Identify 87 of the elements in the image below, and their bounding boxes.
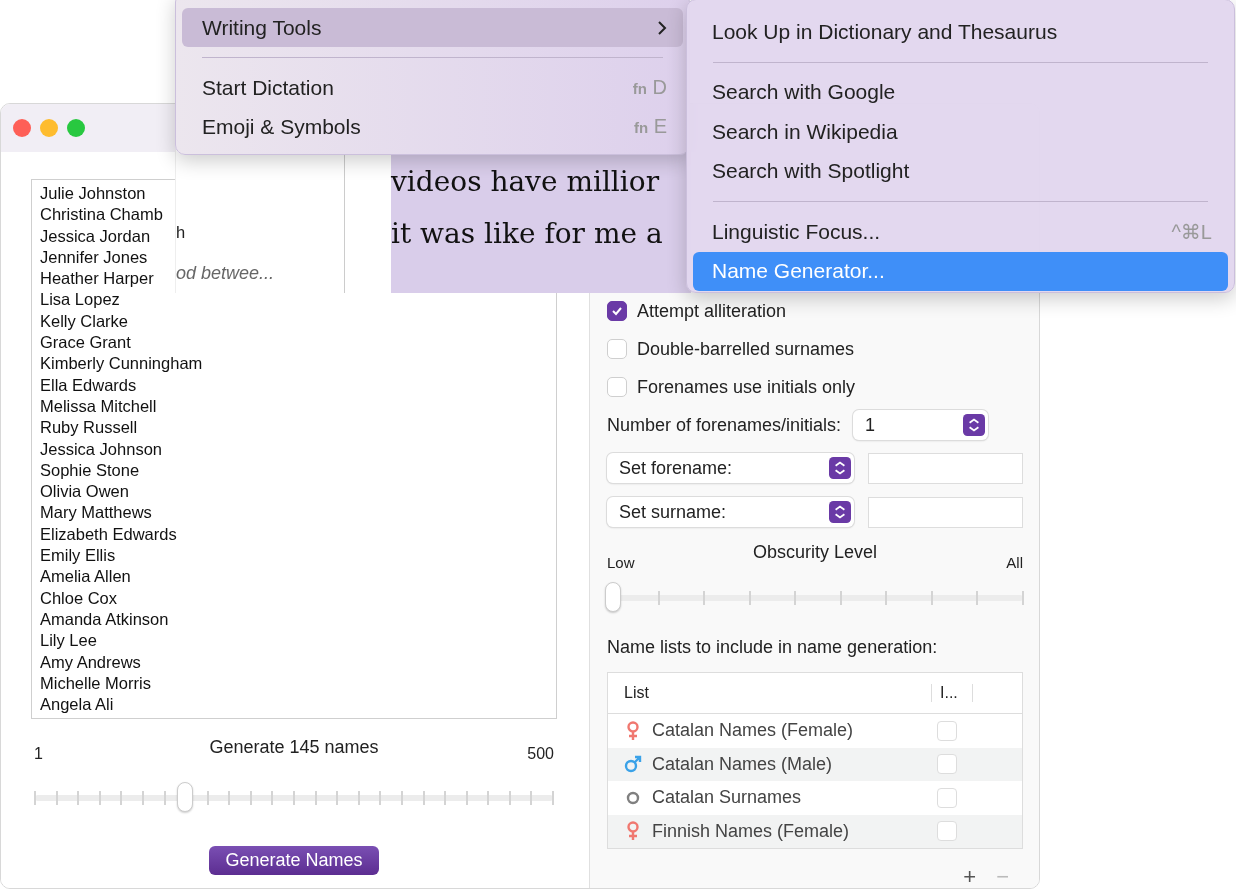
forenames-count-popup[interactable]: 1	[853, 410, 989, 440]
table-row[interactable]: Catalan Surnames	[608, 781, 1022, 815]
generate-names-button[interactable]: Generate Names	[209, 846, 379, 875]
lists-label: Name lists to include in name generation:	[607, 637, 939, 658]
name-item[interactable]: Jessica Jordan	[40, 225, 151, 247]
name-item[interactable]: Michelle Morris	[40, 672, 151, 695]
zoom-button[interactable]	[67, 119, 85, 137]
menu-item[interactable]: Search with Spotlight	[693, 151, 1228, 191]
shortcut-label: ^⌘L	[1171, 219, 1212, 244]
slider-min-label: 1	[34, 745, 43, 763]
name-item[interactable]: Lisa Lopez	[40, 289, 120, 311]
text-field[interactable]	[868, 497, 1023, 528]
list-name: Finnish Names (Female)	[652, 820, 851, 842]
column-header[interactable]: I...	[931, 684, 973, 702]
name-item[interactable]: Lily Lee	[40, 630, 97, 652]
text-fragment: h	[176, 223, 186, 242]
stepper-icon	[963, 414, 986, 436]
text-field[interactable]	[868, 453, 1023, 484]
name-item[interactable]: Grace Grant	[40, 332, 131, 354]
column-header[interactable]: List	[608, 684, 931, 702]
table-row[interactable]: Catalan Names (Female)	[608, 714, 1022, 748]
menu-item[interactable]: Writing Tools	[182, 8, 683, 47]
slider-max-label: 500	[527, 745, 554, 763]
table-row[interactable]: Catalan Names (Male)	[608, 747, 1022, 781]
menu-item[interactable]: Search in Wikipedia	[693, 112, 1228, 152]
name-item[interactable]: Angela Ali	[40, 694, 114, 716]
name-item[interactable]: Mary Matthews	[40, 502, 152, 524]
include-checkbox[interactable]	[937, 754, 957, 775]
menu-item[interactable]: Emoji & Symbols fn E	[182, 107, 683, 146]
close-button[interactable]	[13, 119, 31, 137]
list-name: Catalan Surnames	[652, 787, 803, 809]
shortcut-label: fn E	[633, 115, 667, 138]
name-item[interactable]: Ruby Russell	[40, 417, 138, 439]
menu-item[interactable]: Search with Google	[693, 72, 1228, 112]
name-item[interactable]: Elizabeth Edwards	[40, 523, 177, 546]
list-name: Catalan Names (Male)	[652, 753, 834, 775]
checkbox-label: Forenames use initials only	[637, 376, 856, 398]
list-name: Catalan Names (Female)	[652, 720, 855, 742]
checkbox[interactable]	[607, 301, 627, 321]
slider-thumb[interactable]	[605, 582, 621, 612]
include-checkbox[interactable]	[937, 720, 957, 741]
name-type-popup[interactable]: Set surname:	[607, 497, 854, 527]
name-item[interactable]: Emily Ellis	[40, 545, 116, 567]
name-item[interactable]: Christina Chamb	[40, 204, 163, 226]
include-checkbox[interactable]	[937, 787, 957, 808]
name-item[interactable]: Ella Edwards	[40, 374, 137, 396]
female-symbol-icon	[624, 821, 642, 842]
name-type-popup[interactable]: Set forename:	[607, 453, 854, 483]
name-item[interactable]: Julie Johnston	[40, 183, 146, 205]
stepper-icon	[829, 501, 851, 523]
document-text: it was like for me a	[391, 216, 664, 252]
name-item[interactable]: Olivia Owen	[40, 481, 129, 503]
chevron-right-icon	[657, 19, 667, 36]
forenames-count-label: Number of forenames/initials:	[607, 414, 842, 436]
checkbox-label: Double-barrelled surnames	[637, 338, 855, 360]
name-item[interactable]: Kimberly Cunningham	[40, 353, 203, 375]
name-item[interactable]: Sophie Stone	[40, 459, 140, 482]
minimize-button[interactable]	[40, 119, 58, 137]
menu-item[interactable]: Linguistic Focus... ^⌘L	[693, 212, 1228, 252]
name-item[interactable]: Jessica Johnson	[40, 438, 162, 460]
text-fragment: od betwee...	[176, 263, 275, 284]
menu-item[interactable]: Start Dictation fn D	[182, 68, 683, 107]
checkbox-label: Attempt alliteration	[637, 300, 787, 322]
document-text: videos have millior	[391, 164, 661, 200]
female-symbol-icon	[624, 720, 642, 741]
name-item[interactable]: Chloe Cox	[40, 587, 118, 609]
table-row[interactable]: Finnish Names (Female)	[608, 814, 1022, 848]
male-symbol-icon	[624, 755, 642, 774]
slider-title: Generate 145 names	[209, 737, 379, 758]
slider-min-label: Low	[607, 554, 635, 571]
checkmark-icon	[611, 305, 623, 317]
name-item[interactable]: Kelly Clarke	[40, 310, 129, 333]
name-item[interactable]: Amanda Atkinson	[40, 608, 169, 631]
name-item[interactable]: Heather Harper	[40, 268, 154, 290]
circle-icon	[624, 790, 642, 805]
stepper-icon	[829, 457, 851, 479]
menu-item[interactable]: Look Up in Dictionary and Thesaurus	[693, 12, 1228, 52]
name-item[interactable]: Amelia Allen	[40, 566, 131, 588]
slider-max-label: All	[1006, 554, 1023, 571]
add-button[interactable]: +	[957, 863, 983, 888]
name-item[interactable]: Jennifer Jones	[40, 246, 148, 269]
name-item[interactable]: Melissa Mitchell	[40, 395, 157, 418]
shortcut-label: fn D	[632, 76, 667, 99]
include-checkbox[interactable]	[937, 821, 957, 842]
name-item[interactable]: Amy Andrews	[40, 651, 141, 673]
slider-title: Obscurity Level	[752, 542, 878, 563]
slider-thumb[interactable]	[177, 782, 194, 812]
